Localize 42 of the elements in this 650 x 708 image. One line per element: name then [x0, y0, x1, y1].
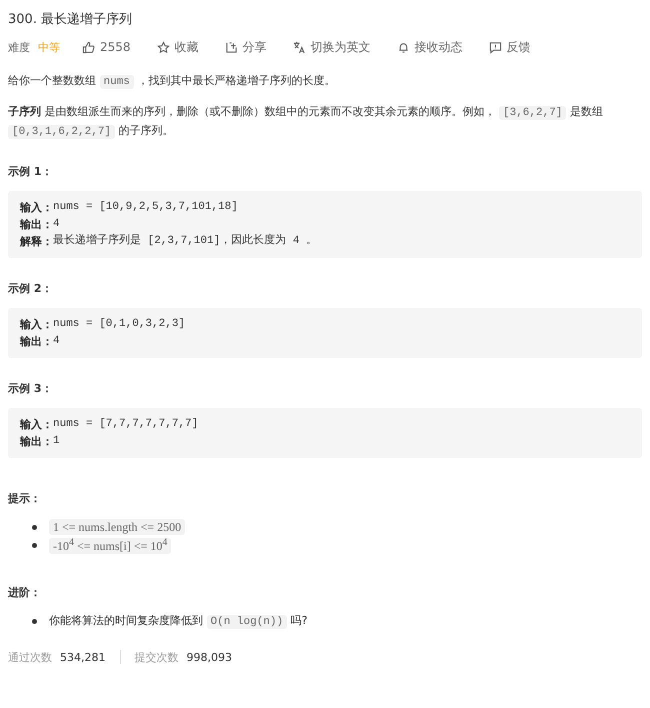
hint-item: 1 <= nums.length <= 2500: [49, 518, 186, 536]
example-label: 输入：: [20, 317, 53, 333]
example-value: nums = [0,1,0,3,2,3]: [53, 317, 186, 332]
translate-icon: [292, 40, 306, 54]
description-paragraph: 子序列 是由数组派生而来的序列，删除（或不删除）数组中的元素而不改变其余元素的顺序。例如， [3,6,2,7] 是数组 [0,3,1,6,2,2,7] 的子序列。: [8, 104, 604, 141]
example-label: 解释：: [20, 234, 53, 250]
bell-button[interactable]: 接收动态: [396, 38, 463, 56]
example-value: nums = [7,7,7,7,7,7,7]: [53, 417, 198, 432]
example-heading: 示例 1：: [8, 164, 54, 180]
example-value: 最长递增子序列是 [2,3,7,101]，因此长度为 4 。: [53, 233, 318, 249]
example-label: 输出：: [20, 434, 53, 450]
example-heading: 示例 2：: [8, 281, 54, 297]
hints-heading: 提示：: [8, 491, 42, 507]
translate-button[interactable]: 切换为英文: [292, 38, 371, 56]
stat-label: 提交次数: [134, 650, 178, 664]
share-icon: [224, 40, 238, 54]
difficulty-label: 难度: [8, 40, 30, 54]
problem-title: 300. 最长递增子序列: [8, 11, 134, 29]
example-value: 4: [53, 334, 60, 349]
example-value: 4: [53, 217, 60, 232]
share-button[interactable]: 分享: [224, 38, 267, 56]
like-button[interactable]: 2558: [82, 40, 131, 54]
example-label: 输入：: [20, 417, 53, 433]
star-icon: [156, 40, 170, 54]
feedback-button[interactable]: 反馈: [488, 38, 531, 56]
example-label: 输入：: [20, 200, 53, 216]
stat-value: 534,281: [60, 650, 106, 664]
example-value: 1: [53, 434, 60, 449]
description-paragraph: 给你一个整数数组 nums ，找到其中最长严格递增子序列的长度。: [8, 73, 336, 91]
stat-label: 通过次数: [8, 650, 52, 664]
star-button[interactable]: 收藏: [156, 38, 199, 56]
advanced-item: 你能将算法的时间复杂度降低到 O(n log(n)) 吗?: [49, 612, 308, 630]
comment-icon: [488, 40, 502, 54]
difficulty-value: 中等: [38, 40, 60, 54]
advanced-heading: 进阶：: [8, 585, 42, 601]
example-heading: 示例 3：: [8, 381, 54, 397]
bell-icon: [396, 40, 410, 54]
stat-value: 998,093: [186, 650, 232, 664]
example-label: 输出：: [20, 334, 53, 350]
example-value: nums = [10,9,2,5,3,7,101,18]: [53, 200, 238, 215]
example-label: 输出：: [20, 217, 53, 233]
thumbs-up-icon: [82, 40, 95, 54]
